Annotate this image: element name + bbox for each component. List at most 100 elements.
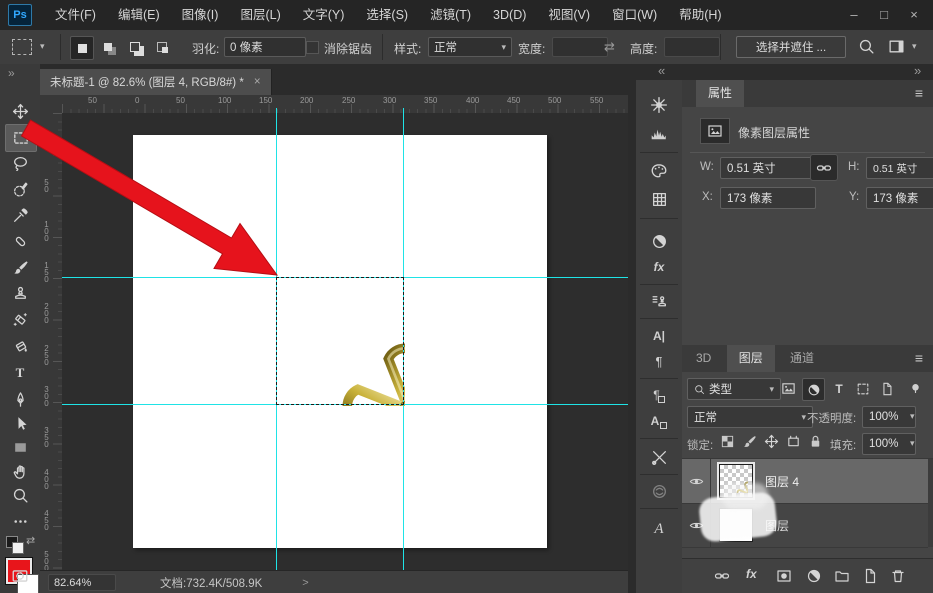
height-input[interactable] <box>664 37 720 57</box>
lock-position-icon[interactable] <box>764 434 779 452</box>
menu-item-window[interactable]: 窗口(W) <box>601 0 668 30</box>
menu-item-edit[interactable]: 编辑(E) <box>107 0 171 30</box>
marquee-selection[interactable] <box>276 277 404 405</box>
filter-toggle-icon[interactable] <box>907 379 923 398</box>
workspace-switcher-icon[interactable] <box>888 38 905 58</box>
glyphs-panel-icon[interactable]: A <box>650 520 668 538</box>
x-property-field[interactable]: 173 像素 <box>720 187 816 209</box>
document-tab[interactable]: 未标题-1 @ 82.6% (图层 4, RGB/8#) * × <box>40 69 272 95</box>
top-ruler[interactable]: 50 0 50 100 150 200 250 300 350 400 450 … <box>62 95 628 114</box>
selection-mode-intersect-button[interactable] <box>151 36 173 58</box>
properties-menu-icon[interactable]: ≡ <box>915 85 923 101</box>
minimize-icon[interactable]: – <box>839 0 869 30</box>
filter-shape-layers-icon[interactable] <box>853 379 873 398</box>
lock-artboard-icon[interactable] <box>786 434 801 452</box>
tool-hand[interactable] <box>11 462 29 480</box>
menu-item-view[interactable]: 视图(V) <box>537 0 601 30</box>
tool-preset-icon[interactable] <box>12 39 32 55</box>
tab-properties[interactable]: 属性 <box>696 80 744 107</box>
tool-clone-stamp[interactable] <box>11 284 29 302</box>
layer-name[interactable]: 图层 4 <box>765 473 799 490</box>
lock-all-icon[interactable] <box>808 434 823 452</box>
tool-type[interactable]: T <box>11 364 29 382</box>
ruler-corner[interactable] <box>40 95 63 114</box>
status-more-icon[interactable]: > <box>302 577 308 589</box>
width-input[interactable] <box>552 37 608 57</box>
tool-paint-bucket[interactable] <box>11 336 29 354</box>
blend-mode-select[interactable]: 正常 ▾ <box>687 406 813 428</box>
tool-history-brush[interactable] <box>11 310 29 328</box>
select-and-mask-button[interactable]: 选择并遮住 ... <box>736 36 846 58</box>
antialias-checkbox[interactable] <box>306 41 319 54</box>
opacity-field[interactable]: 100% <box>862 406 916 428</box>
new-layer-icon[interactable] <box>862 568 878 587</box>
layer-filter-type-select[interactable]: 类型 ▾ <box>687 378 781 400</box>
zoom-level-field[interactable]: 82.64% <box>48 574 116 591</box>
menu-item-help[interactable]: 帮助(H) <box>668 0 732 30</box>
menu-item-layer[interactable]: 图层(L) <box>229 0 291 30</box>
filter-smart-objects-icon[interactable] <box>877 379 897 398</box>
tool-spot-healing[interactable] <box>11 232 29 250</box>
filter-type-layers-icon[interactable]: T <box>829 379 849 398</box>
tool-rectangular-marquee[interactable] <box>5 124 37 152</box>
height-property-field[interactable]: 0.51 英寸 <box>866 157 933 179</box>
tool-move[interactable] <box>11 102 29 120</box>
tab-channels[interactable]: 通道 <box>778 345 826 372</box>
dock-collapse-icon[interactable]: « <box>658 63 665 78</box>
quick-mask-icon[interactable] <box>11 566 29 584</box>
add-layer-mask-icon[interactable] <box>776 568 792 587</box>
tool-zoom[interactable] <box>11 486 29 504</box>
tool-quick-selection[interactable] <box>11 180 29 198</box>
selection-mode-subtract-button[interactable] <box>124 36 146 58</box>
menu-item-filter[interactable]: 滤镜(T) <box>419 0 482 30</box>
selection-mode-new-button[interactable] <box>70 36 94 60</box>
swap-dimensions-icon[interactable]: ⇄ <box>604 39 615 55</box>
tool-lasso[interactable] <box>11 154 29 172</box>
tab-layers[interactable]: 图层 <box>727 345 775 372</box>
clone-source-panel-icon[interactable] <box>650 292 668 310</box>
link-dimensions-icon[interactable] <box>810 154 838 181</box>
tool-path-selection[interactable] <box>11 414 29 432</box>
edit-toolbar-icon[interactable] <box>11 512 29 530</box>
filter-pixel-layers-icon[interactable] <box>778 379 798 398</box>
paragraph-styles-panel-icon[interactable]: ¶ <box>650 386 668 404</box>
toolbar-collapse-icon[interactable]: » <box>8 66 15 80</box>
menu-item-image[interactable]: 图像(I) <box>171 0 230 30</box>
fill-dropdown-icon[interactable]: ▾ <box>910 438 915 449</box>
layers-scrollbar[interactable] <box>928 459 933 547</box>
tool-eyedropper[interactable] <box>11 206 29 224</box>
new-adjustment-layer-icon[interactable] <box>806 568 822 587</box>
feather-input[interactable]: 0 像素 <box>224 37 306 57</box>
tool-rectangle[interactable] <box>11 438 29 456</box>
lock-pixels-icon[interactable] <box>742 434 757 452</box>
lock-transparency-icon[interactable] <box>720 434 735 452</box>
3d-panel-icon[interactable] <box>650 482 668 500</box>
document-tab-close-icon[interactable]: × <box>254 76 261 88</box>
left-ruler[interactable]: 0 50 100 150 200 250 300 350 400 450 500 <box>40 113 63 570</box>
styles-panel-icon[interactable]: fx <box>650 258 668 276</box>
layer-style-icon[interactable]: fx <box>746 567 757 581</box>
menu-item-3d[interactable]: 3D(D) <box>482 0 537 30</box>
style-select[interactable]: 正常 ▾ <box>428 37 512 57</box>
tools-presets-panel-icon[interactable] <box>650 448 668 466</box>
tool-pen[interactable] <box>11 390 29 408</box>
paragraph-panel-icon[interactable]: ¶ <box>650 352 668 370</box>
layer-visibility-toggle[interactable] <box>682 459 711 503</box>
swatches-panel-icon[interactable] <box>650 190 668 208</box>
histogram-panel-icon[interactable] <box>650 124 668 142</box>
search-icon[interactable] <box>858 38 875 58</box>
selection-mode-add-button[interactable] <box>97 36 119 58</box>
color-panel-icon[interactable] <box>650 162 668 180</box>
adjustments-panel-icon[interactable] <box>650 232 668 250</box>
menu-item-file[interactable]: 文件(F) <box>44 0 107 30</box>
tool-preset-dropdown-icon[interactable]: ▾ <box>40 41 45 52</box>
character-styles-panel-icon[interactable]: A <box>650 412 668 430</box>
workspace-dropdown-icon[interactable]: ▾ <box>912 41 917 52</box>
new-group-icon[interactable] <box>834 568 850 587</box>
layers-menu-icon[interactable]: ≡ <box>915 350 923 366</box>
opacity-dropdown-icon[interactable]: ▾ <box>910 411 915 422</box>
swap-colors-icon[interactable]: ⇄ <box>26 534 35 547</box>
navigator-panel-icon[interactable] <box>650 96 668 114</box>
tool-brush[interactable] <box>11 258 29 276</box>
canvas-viewport[interactable] <box>62 113 628 570</box>
